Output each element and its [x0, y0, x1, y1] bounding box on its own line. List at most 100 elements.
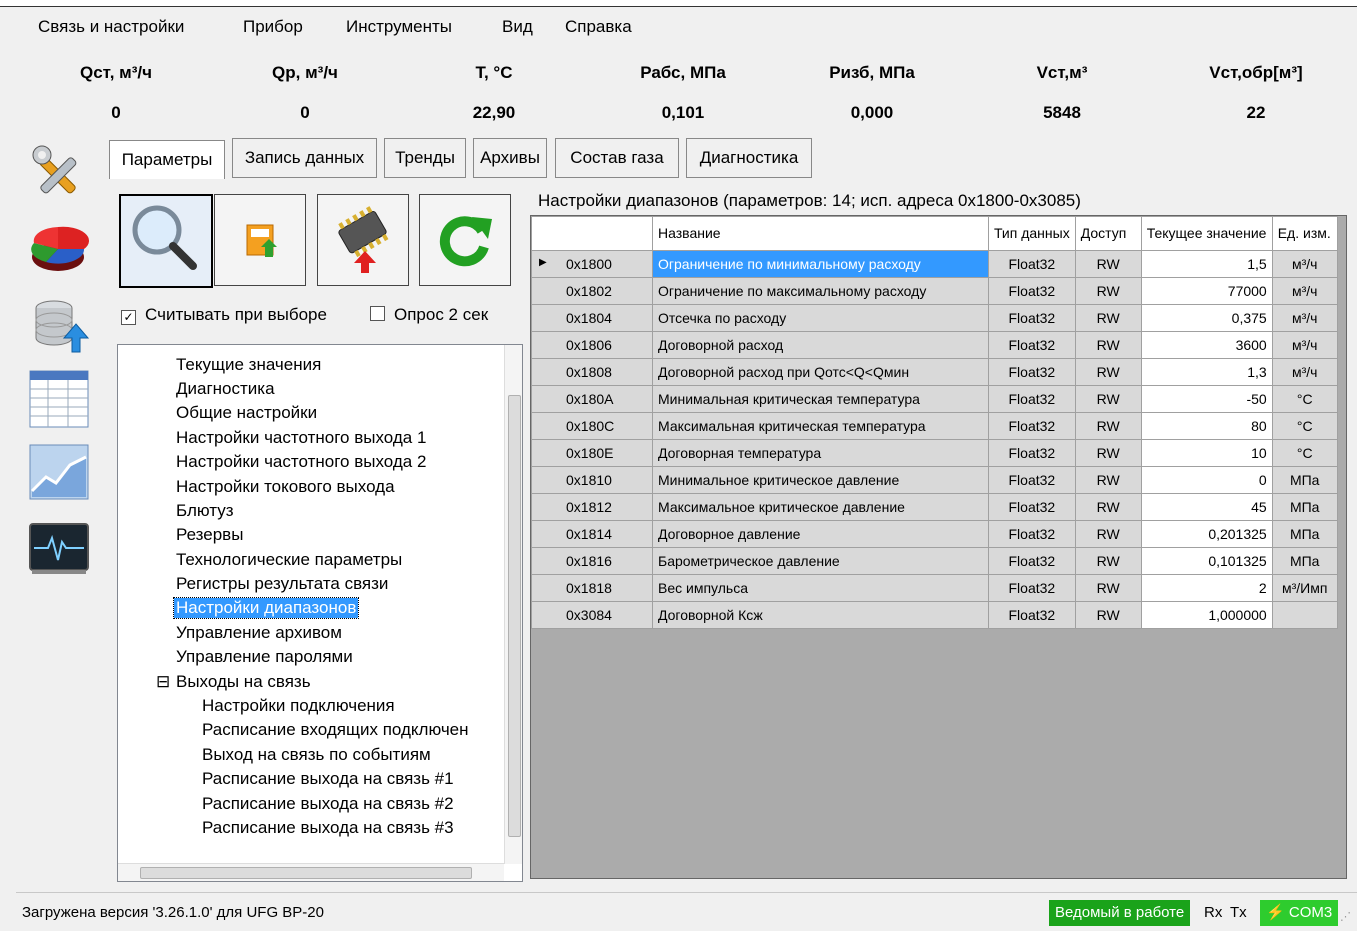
tree-item-password-control[interactable]: Управление паролями [176, 647, 353, 667]
tab-diagnostics[interactable]: Диагностика [686, 138, 812, 178]
tree-expander[interactable]: ⊟ [156, 672, 170, 692]
tree-item-current-output[interactable]: Настройки токового выхода [176, 477, 395, 497]
tree-vertical-scrollbar[interactable] [504, 345, 522, 864]
table-row[interactable]: 0x1802 Ограничение по максимальному расхо… [531, 277, 1338, 305]
col-header-address[interactable] [531, 216, 653, 251]
table-row[interactable]: 0x1800 ▶ Ограничение по минимальному расхо… [531, 250, 1338, 278]
cell-type: Float32 [988, 412, 1076, 440]
table-row[interactable]: 0x1816 Барометрическое давление Float32 RW 0… [531, 547, 1338, 575]
tab-parameters[interactable]: Параметры [109, 140, 225, 179]
reading-label-temperature: T, °C [475, 63, 513, 82]
tree-item-freq-output-1[interactable]: Настройки частотного выхода 1 [176, 428, 426, 448]
cell-value[interactable]: 0,101325 [1140, 547, 1273, 575]
col-header-unit[interactable]: Ед. изм. [1271, 216, 1338, 251]
cell-unit: °C [1271, 439, 1338, 467]
tree-item-general-settings[interactable]: Общие настройки [176, 403, 317, 423]
cell-value[interactable]: 80 [1140, 412, 1273, 440]
tree-scroll-thumb[interactable] [508, 395, 521, 837]
tree-item-connection-settings[interactable]: Настройки подключения [202, 696, 395, 716]
tools-icon[interactable] [28, 141, 90, 201]
table-row[interactable]: 0x180C Максимальная критическая температу… [531, 412, 1338, 440]
table-row[interactable]: 0x180E Договорная температура Float32 RW 10 °… [531, 439, 1338, 467]
cell-type: Float32 [988, 304, 1076, 332]
resize-grip-icon[interactable]: ⋰ [1340, 910, 1351, 923]
table-row[interactable]: 0x1808 Договорной расход при Qотс<Q<Qмин F… [531, 358, 1338, 386]
com-port-badge[interactable]: ⚡ COM3 [1260, 900, 1339, 926]
cell-value[interactable]: 10 [1140, 439, 1273, 467]
col-header-type[interactable]: Тип данных [988, 216, 1076, 251]
tree-item-schedule-1[interactable]: Расписание выхода на связь #1 [202, 769, 454, 789]
cell-address: 0x180C [531, 412, 653, 440]
table-row[interactable]: 0x1812 Максимальное критическое давление F… [531, 493, 1338, 521]
monitor-pulse-icon[interactable] [28, 520, 90, 580]
cell-access: RW [1074, 574, 1142, 602]
tab-gas-composition[interactable]: Состав газа [555, 138, 679, 178]
cell-value[interactable]: 0,201325 [1140, 520, 1273, 548]
menu-device[interactable]: Прибор [243, 17, 303, 37]
cell-address: 0x180A [531, 385, 653, 413]
tab-archives[interactable]: Архивы [473, 138, 547, 178]
menu-connection-settings[interactable]: Связь и настройки [38, 17, 184, 37]
tree-item-diagnostics[interactable]: Диагностика [176, 379, 275, 399]
tree-item-current-values[interactable]: Текущие значения [176, 355, 321, 375]
tree-item-incoming-schedule[interactable]: Расписание входящих подключен [202, 720, 469, 740]
tree-item-freq-output-2[interactable]: Настройки частотного выхода 2 [176, 452, 426, 472]
reading-value-pizb: 0,000 [850, 103, 894, 122]
tree-item-schedule-2[interactable]: Расписание выхода на связь #2 [202, 794, 454, 814]
poll-checkbox[interactable]: Опрос 2 сек [370, 305, 488, 325]
cell-name: Минимальное критическое давление [652, 466, 989, 494]
cell-value[interactable]: -50 [1140, 385, 1273, 413]
table-row[interactable]: 0x1810 Минимальное критическое давление Fl… [531, 466, 1338, 494]
refresh-button[interactable] [419, 194, 511, 286]
cell-value[interactable]: 77000 [1140, 277, 1273, 305]
cell-value[interactable]: 1,5 [1140, 250, 1273, 278]
table-row[interactable]: 0x1818 Вес импульса Float32 RW 2 м³/Имп [531, 574, 1338, 602]
tree-item-connection-outputs[interactable]: Выходы на связь [176, 672, 311, 692]
cell-access: RW [1074, 493, 1142, 521]
grid-title: Настройки диапазонов (параметров: 14; ис… [538, 191, 1081, 210]
menu-tools[interactable]: Инструменты [346, 17, 452, 37]
col-header-name[interactable]: Название [652, 216, 989, 251]
tree-hscroll-thumb[interactable] [140, 867, 472, 879]
tree-item-reserves[interactable]: Резервы [176, 525, 243, 545]
tab-data-recording[interactable]: Запись данных [232, 138, 377, 178]
cell-value[interactable]: 3600 [1140, 331, 1273, 359]
cell-access: RW [1074, 385, 1142, 413]
read-button[interactable] [119, 194, 213, 288]
table-icon[interactable] [28, 369, 90, 429]
pie-chart-icon[interactable] [28, 219, 90, 279]
reading-label-vst-obr: Vст,обр[м³] [1209, 63, 1303, 82]
table-row[interactable]: 0x180A Минимальная критическая температур… [531, 385, 1338, 413]
write-button[interactable] [317, 194, 409, 286]
cell-value[interactable]: 2 [1140, 574, 1273, 602]
read-on-select-checkbox[interactable]: ✓ Считывать при выборе [121, 305, 327, 325]
cell-value[interactable]: 1,3 [1140, 358, 1273, 386]
tab-trends[interactable]: Тренды [384, 138, 466, 178]
table-row[interactable]: 0x1804 Отсечка по расходу Float32 RW 0,375 м³… [531, 304, 1338, 332]
line-chart-icon[interactable] [28, 443, 90, 503]
menu-view[interactable]: Вид [502, 17, 533, 37]
cell-unit: МПа [1271, 547, 1338, 575]
cell-value[interactable]: 1,000000 [1140, 601, 1273, 629]
col-header-access[interactable]: Доступ [1074, 216, 1142, 251]
cell-value[interactable]: 45 [1140, 493, 1273, 521]
menu-help[interactable]: Справка [565, 17, 632, 37]
cell-value[interactable]: 0 [1140, 466, 1273, 494]
table-row[interactable]: 0x3084 Договорной Ксж Float32 RW 1,000000 [531, 601, 1338, 629]
tree-item-tech-params[interactable]: Технологические параметры [176, 550, 402, 570]
cell-value[interactable]: 0,375 [1140, 304, 1273, 332]
table-row[interactable]: 0x1806 Договорной расход Float32 RW 3600 м³/ч [531, 331, 1338, 359]
parameters-grid[interactable]: Название Тип данных Доступ Текущее значе… [530, 215, 1347, 879]
save-button[interactable] [214, 194, 306, 286]
tree-item-event-connection[interactable]: Выход на связь по событиям [202, 745, 431, 765]
tree-item-schedule-3[interactable]: Расписание выхода на связь #3 [202, 818, 454, 838]
database-upload-icon[interactable] [28, 296, 90, 356]
col-header-value[interactable]: Текущее значение [1140, 216, 1273, 251]
tree-item-range-settings[interactable]: Настройки диапазонов [172, 597, 360, 619]
tree-horizontal-scrollbar[interactable] [118, 863, 504, 881]
tree-item-archive-control[interactable]: Управление архивом [176, 623, 342, 643]
settings-tree[interactable]: Текущие значения Диагностика Общие настр… [117, 344, 523, 882]
tree-item-link-result-registers[interactable]: Регистры результата связи [176, 574, 388, 594]
tree-item-bluetooth[interactable]: Блютуз [176, 501, 234, 521]
table-row[interactable]: 0x1814 Договорное давление Float32 RW 0,2013… [531, 520, 1338, 548]
